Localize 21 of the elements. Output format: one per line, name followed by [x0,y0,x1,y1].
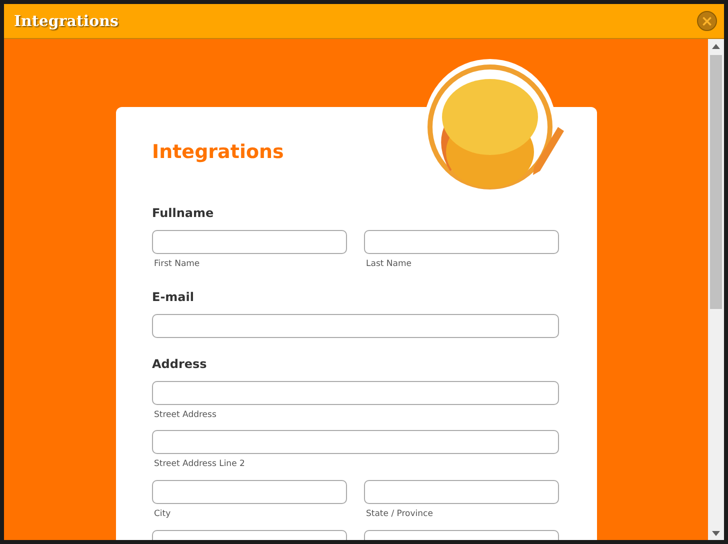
input-field[interactable] [364,230,559,254]
input-field[interactable] [364,480,559,504]
input-field[interactable] [152,480,347,504]
field-sublabel: Last Name [366,258,412,271]
input-field[interactable] [152,314,559,338]
field-sublabel: First Name [154,258,201,271]
window-title: Integrations [14,10,118,32]
field-label: Address [152,356,208,373]
form-heading: Integrations [152,141,285,164]
close-button[interactable]: × [697,11,717,31]
field-label: E-mail [152,288,196,306]
field-sublabel: City [154,508,172,521]
input-field[interactable] [152,430,559,454]
field-sublabel: Street Address [154,408,218,422]
input-field[interactable] [152,380,559,405]
scrollbar[interactable] [708,39,724,540]
scroll-thumb[interactable] [710,55,722,309]
field-label: Fullname [152,204,215,222]
field-sublabel: State / Province [366,508,434,521]
field-sublabel: Street Address Line 2 [154,458,246,472]
input-field[interactable] [152,230,347,254]
